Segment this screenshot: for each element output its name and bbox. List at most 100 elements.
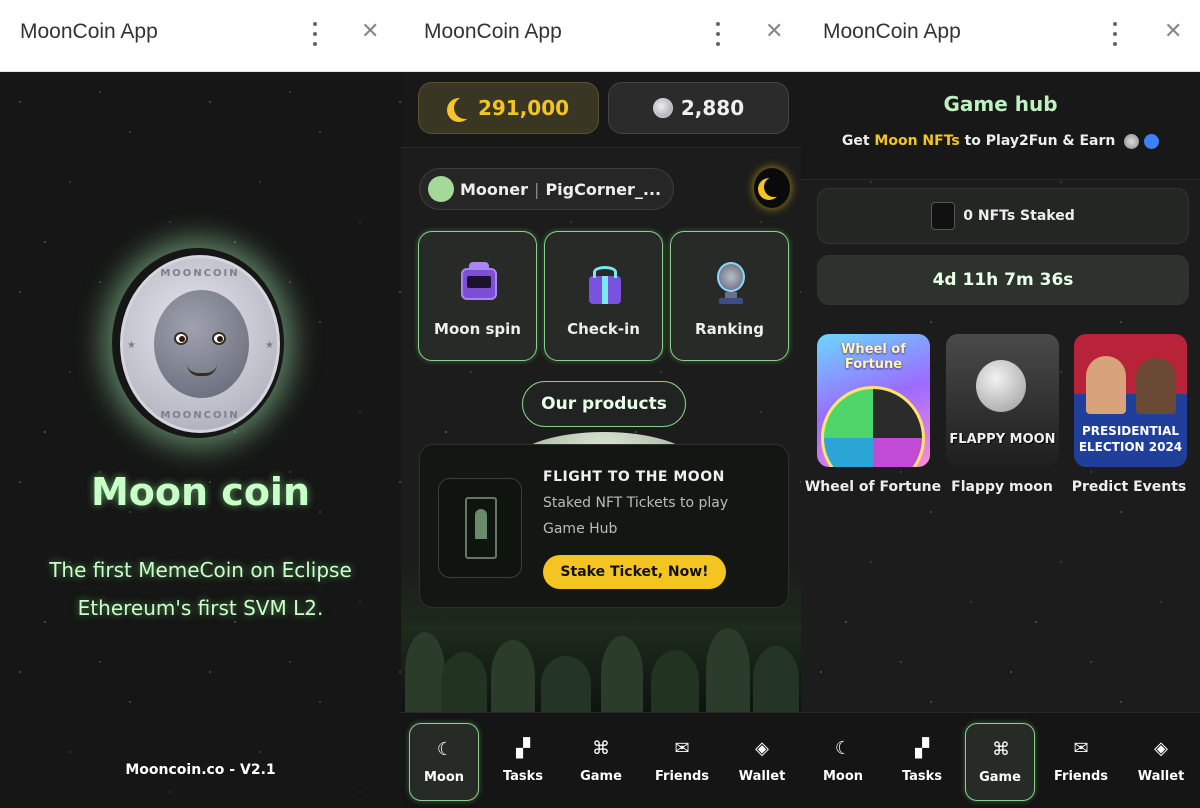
game-card-predict-events[interactable]: PRESIDENTIAL ELECTION 2024	[1074, 334, 1187, 467]
close-icon[interactable]: ✕	[765, 20, 783, 44]
user-name: PigCorner_...	[545, 179, 662, 199]
nav-moon[interactable]: ☾ Moon	[808, 723, 878, 801]
subtitle-text: Get	[841, 133, 875, 149]
user-profile-tag[interactable]: Mooner | PigCorner_...	[419, 168, 674, 210]
gift-box-icon	[585, 262, 625, 306]
staked-count: 0 NFTs Staked	[963, 208, 1075, 224]
nav-label: Wallet	[1137, 769, 1185, 784]
game-hub-panel: MoonCoin App ✕ Game hub Get Moon NFTs to…	[801, 0, 1200, 808]
nav-wallet[interactable]: ◈ Wallet	[727, 723, 797, 801]
gamepad-icon: ⌘	[992, 739, 1010, 760]
nav-game[interactable]: ⌘ Game	[965, 723, 1035, 801]
nav-label: Friends	[654, 769, 710, 784]
title-bar: MoonCoin App ✕	[401, 0, 801, 72]
nav-tasks[interactable]: ▞ Tasks	[488, 723, 558, 801]
gamepad-icon: ⌘	[592, 738, 610, 759]
nav-friends[interactable]: ✉ Friends	[647, 723, 717, 801]
silver-coin-icon	[652, 98, 673, 118]
flight-to-the-moon-card: FLIGHT TO THE MOON Staked NFT Tickets to…	[419, 444, 789, 608]
game-art-title: FLAPPY MOON	[949, 432, 1056, 447]
star-icon: ★	[127, 340, 136, 351]
mail-icon: ✉	[674, 738, 690, 759]
feature-label: Ranking	[695, 320, 764, 338]
app-title: Moon coin	[90, 470, 311, 514]
hub-header	[801, 72, 1200, 180]
stake-ticket-button[interactable]: Stake Ticket, Now!	[543, 555, 726, 589]
nfts-staked-box: 0 NFTs Staked	[817, 188, 1189, 244]
card-description-2: Game Hub	[543, 521, 618, 537]
bottom-nav: ☾ Moon ▞ Tasks ⌘ Game ✉ Friends ◈ Wallet	[801, 712, 1200, 808]
nav-label: Game	[580, 769, 622, 784]
usdc-coin-icon	[1144, 133, 1160, 149]
game-card-flappy-moon[interactable]: FLAPPY MOON	[946, 334, 1059, 467]
card-title: FLIGHT TO THE MOON	[543, 469, 725, 485]
more-options-icon[interactable]	[1112, 22, 1118, 46]
nav-label: Tasks	[901, 769, 943, 784]
nav-label: Friends	[1053, 769, 1109, 784]
moon-balance-value: 291,000	[477, 96, 570, 120]
trophy-icon	[711, 262, 751, 306]
ticket-icon	[931, 202, 956, 230]
wallet-icon: ◈	[1154, 738, 1168, 759]
nav-tasks[interactable]: ▞ Tasks	[887, 723, 957, 801]
tagline-line-1: The first MemeCoin on Eclipse	[49, 558, 352, 582]
avatar	[428, 176, 454, 202]
version-footer: Mooncoin.co - V2.1	[125, 762, 276, 778]
coin-text-bottom: MOONCOIN	[160, 410, 240, 421]
subtitle-text: to Play2Fun & Earn	[959, 133, 1116, 149]
subtitle-highlight: Moon NFTs	[874, 133, 960, 149]
nav-friends[interactable]: ✉ Friends	[1046, 723, 1116, 801]
home-panel: MoonCoin App ✕ 291,000 2,880 Mooner | Pi…	[401, 0, 801, 808]
moon-icon: ☾	[436, 739, 454, 760]
feature-ranking[interactable]: Ranking	[670, 231, 789, 361]
title-bar: MoonCoin App ✕	[801, 0, 1200, 72]
nav-game[interactable]: ⌘ Game	[566, 723, 636, 801]
nft-ticket-thumbnail	[438, 478, 522, 578]
game-name[interactable]: Flappy moon	[932, 479, 1072, 495]
page-title: Game hub	[943, 92, 1058, 116]
silver-balance[interactable]: 2,880	[608, 82, 789, 134]
nav-label: Moon	[423, 770, 465, 785]
wheel-icon	[821, 386, 925, 467]
nav-wallet[interactable]: ◈ Wallet	[1126, 723, 1196, 801]
more-options-icon[interactable]	[715, 22, 721, 46]
star-icon: ★	[265, 340, 274, 351]
close-icon[interactable]: ✕	[1164, 20, 1182, 44]
game-art-title: Wheel of Fortune	[841, 342, 906, 372]
moon-balance[interactable]: 291,000	[418, 82, 599, 134]
nav-label: Tasks	[502, 769, 544, 784]
coin-text-top: MOONCOIN	[160, 268, 240, 279]
game-name[interactable]: Wheel of Fortune	[803, 479, 943, 495]
pixel-moon-icon	[976, 360, 1026, 412]
feature-check-in[interactable]: Check-in	[544, 231, 663, 361]
nav-label: Moon	[822, 769, 864, 784]
moon-face-icon	[154, 290, 249, 398]
game-name[interactable]: Predict Events	[1059, 479, 1199, 495]
eye-icon	[174, 332, 188, 345]
more-options-icon[interactable]	[312, 22, 318, 46]
candidate-portrait	[1086, 356, 1126, 414]
user-level: Mooner	[460, 179, 529, 199]
clapper-icon: ▞	[915, 738, 929, 759]
bottom-nav: ☾ Moon ▞ Tasks ⌘ Game ✉ Friends ◈ Wallet	[401, 712, 801, 808]
starfield-background	[0, 72, 401, 808]
game-card-wheel-of-fortune[interactable]: Wheel of Fortune	[817, 334, 930, 467]
crescent-moon-icon	[764, 177, 784, 197]
window-title: MoonCoin App	[424, 20, 562, 43]
our-products-button[interactable]: Our products	[522, 381, 686, 427]
feature-moon-spin[interactable]: Moon spin	[418, 231, 537, 361]
divider: |	[534, 179, 540, 199]
theme-moon-button[interactable]	[754, 168, 790, 208]
silver-coin-icon	[1124, 133, 1140, 149]
game-art-title-1: PRESIDENTIAL	[1081, 424, 1180, 438]
moon-icon	[454, 97, 476, 119]
mail-icon: ✉	[1073, 738, 1089, 759]
wallet-icon: ◈	[755, 738, 769, 759]
close-icon[interactable]: ✕	[361, 20, 379, 44]
game-art-title-2: ELECTION 2024	[1078, 440, 1183, 454]
nav-moon[interactable]: ☾ Moon	[409, 723, 479, 801]
candidate-portrait	[1136, 358, 1176, 414]
smile-icon	[187, 364, 217, 376]
card-description-1: Staked NFT Tickets to play	[543, 495, 729, 511]
clapper-icon: ▞	[516, 738, 530, 759]
